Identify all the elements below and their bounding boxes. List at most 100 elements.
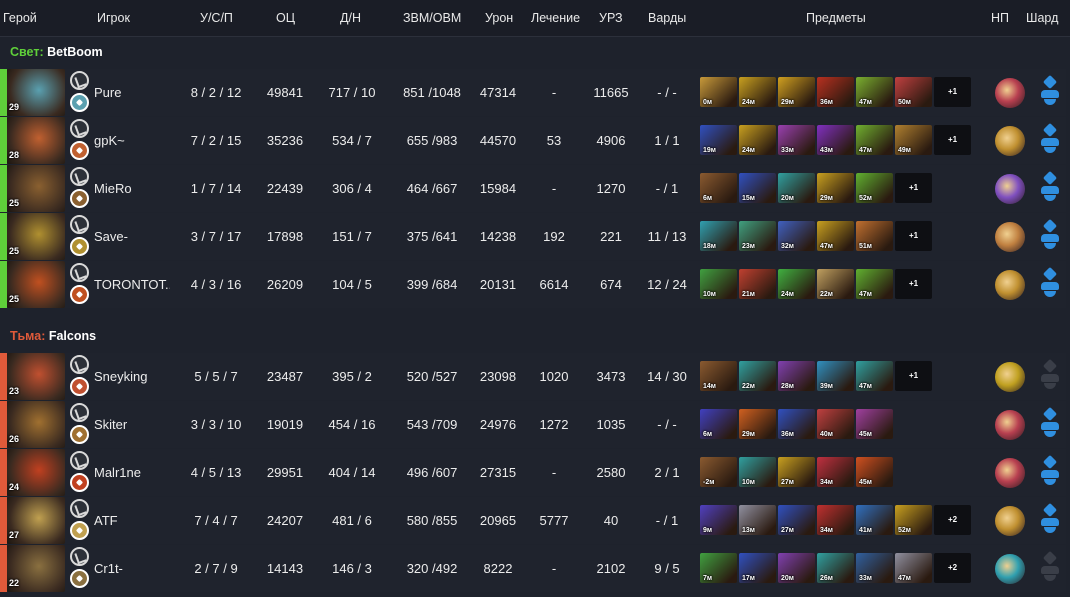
item-slot[interactable]: 47м [856, 269, 893, 299]
facet-icon[interactable] [70, 425, 89, 444]
facet-icon[interactable] [70, 189, 89, 208]
player-name[interactable]: MieRo [94, 181, 132, 196]
item-slot[interactable]: 0м [700, 77, 737, 107]
table-row[interactable]: 23 Sneyking 5 / 5 / 7 23487 395 / 2 520 /527 2… [0, 353, 1066, 400]
item-slot[interactable]: 52м [856, 173, 893, 203]
more-items-button[interactable]: +1 [895, 269, 932, 299]
talent-tree-icon[interactable] [70, 119, 89, 138]
item-slot[interactable]: 23м [739, 221, 776, 251]
item-slot[interactable]: 50м [895, 77, 932, 107]
neutral-item-icon[interactable] [995, 506, 1025, 536]
table-row[interactable]: 27 ATF 7 / 4 / 7 24207 481 / 6 580 /855 20965 5… [0, 497, 1066, 544]
facet-icon[interactable] [70, 237, 89, 256]
facet-icon[interactable] [70, 93, 89, 112]
col-building[interactable]: УРЗ [599, 11, 623, 25]
neutral-item-icon[interactable] [995, 270, 1025, 300]
item-slot[interactable]: 36м [778, 409, 815, 439]
item-slot[interactable]: 45м [856, 457, 893, 487]
neutral-item-icon[interactable] [995, 410, 1025, 440]
item-slot[interactable]: 24м [739, 77, 776, 107]
neutral-item-icon[interactable] [995, 554, 1025, 584]
item-slot[interactable]: 22м [817, 269, 854, 299]
item-slot[interactable]: 47м [856, 361, 893, 391]
facet-icon[interactable] [70, 569, 89, 588]
player-name[interactable]: Skiter [94, 417, 127, 432]
col-wards[interactable]: Варды [648, 11, 686, 25]
talent-tree-icon[interactable] [70, 547, 89, 566]
player-name[interactable]: gpK~ [94, 133, 125, 148]
col-kda[interactable]: У/С/П [200, 11, 233, 25]
item-slot[interactable]: 24м [778, 269, 815, 299]
table-row[interactable]: 26 Skiter 3 / 3 / 10 19019 454 / 16 543 /709 2… [0, 401, 1066, 448]
player-name[interactable]: Sneyking [94, 369, 147, 384]
neutral-item-icon[interactable] [995, 222, 1025, 252]
item-slot[interactable]: 49м [895, 125, 932, 155]
item-slot[interactable]: -2м [700, 457, 737, 487]
talent-tree-icon[interactable] [70, 215, 89, 234]
item-slot[interactable]: 20м [778, 553, 815, 583]
item-slot[interactable]: 47м [856, 77, 893, 107]
item-slot[interactable]: 9м [700, 505, 737, 535]
item-slot[interactable]: 51м [856, 221, 893, 251]
item-slot[interactable]: 28м [778, 361, 815, 391]
item-slot[interactable]: 47м [856, 125, 893, 155]
item-slot[interactable]: 33м [856, 553, 893, 583]
item-slot[interactable]: 29м [739, 409, 776, 439]
talent-tree-icon[interactable] [70, 355, 89, 374]
item-slot[interactable]: 10м [700, 269, 737, 299]
facet-icon[interactable] [70, 521, 89, 540]
item-slot[interactable]: 34м [817, 457, 854, 487]
item-slot[interactable]: 6м [700, 173, 737, 203]
item-slot[interactable]: 6м [700, 409, 737, 439]
neutral-item-icon[interactable] [995, 362, 1025, 392]
neutral-item-icon[interactable] [995, 126, 1025, 156]
talent-tree-icon[interactable] [70, 71, 89, 90]
col-gpmxpm[interactable]: ЗВМ/ОВМ [403, 11, 461, 25]
item-slot[interactable]: 29м [817, 173, 854, 203]
item-slot[interactable]: 22м [739, 361, 776, 391]
col-player[interactable]: Игрок [97, 11, 130, 25]
more-items-button[interactable]: +1 [895, 173, 932, 203]
player-name[interactable]: Malr1ne [94, 465, 141, 480]
player-name[interactable]: Save- [94, 229, 128, 244]
item-slot[interactable]: 52м [895, 505, 932, 535]
col-networth[interactable]: ОЦ [276, 11, 295, 25]
col-lhdn[interactable]: Д/Н [340, 11, 361, 25]
item-slot[interactable]: 29м [778, 77, 815, 107]
item-slot[interactable]: 45м [856, 409, 893, 439]
talent-tree-icon[interactable] [70, 403, 89, 422]
item-slot[interactable]: 19м [700, 125, 737, 155]
item-slot[interactable]: 33м [778, 125, 815, 155]
item-slot[interactable]: 36м [817, 77, 854, 107]
neutral-item-icon[interactable] [995, 78, 1025, 108]
item-slot[interactable]: 14м [700, 361, 737, 391]
item-slot[interactable]: 43м [817, 125, 854, 155]
facet-icon[interactable] [70, 473, 89, 492]
item-slot[interactable]: 34м [817, 505, 854, 535]
item-slot[interactable]: 21м [739, 269, 776, 299]
talent-tree-icon[interactable] [70, 499, 89, 518]
item-slot[interactable]: 40м [817, 409, 854, 439]
item-slot[interactable]: 26м [817, 553, 854, 583]
table-row[interactable]: 25 MieRo 1 / 7 / 14 22439 306 / 4 464 /667 159… [0, 165, 1066, 212]
table-row[interactable]: 24 Malr1ne 4 / 5 / 13 29951 404 / 14 496 /607… [0, 449, 1066, 496]
table-row[interactable]: 25 Save- 3 / 7 / 17 17898 151 / 7 375 /641 142… [0, 213, 1066, 260]
item-slot[interactable]: 47м [817, 221, 854, 251]
table-row[interactable]: 28 gpK~ 7 / 2 / 15 35236 534 / 7 655 /983 4457… [0, 117, 1066, 164]
item-slot[interactable]: 32м [778, 221, 815, 251]
table-row[interactable]: 25 TORONTOT... 4 / 3 / 16 26209 104 / 5 399 /… [0, 261, 1066, 308]
more-items-button[interactable]: +1 [934, 77, 971, 107]
talent-tree-icon[interactable] [70, 451, 89, 470]
talent-tree-icon[interactable] [70, 167, 89, 186]
item-slot[interactable]: 10м [739, 457, 776, 487]
more-items-button[interactable]: +1 [934, 125, 971, 155]
item-slot[interactable]: 27м [778, 505, 815, 535]
col-healing[interactable]: Лечение [531, 11, 580, 25]
more-items-button[interactable]: +1 [895, 361, 932, 391]
item-slot[interactable]: 17м [739, 553, 776, 583]
facet-icon[interactable] [70, 377, 89, 396]
facet-icon[interactable] [70, 285, 89, 304]
item-slot[interactable]: 18м [700, 221, 737, 251]
item-slot[interactable]: 13м [739, 505, 776, 535]
col-hero[interactable]: Герой [3, 11, 37, 25]
